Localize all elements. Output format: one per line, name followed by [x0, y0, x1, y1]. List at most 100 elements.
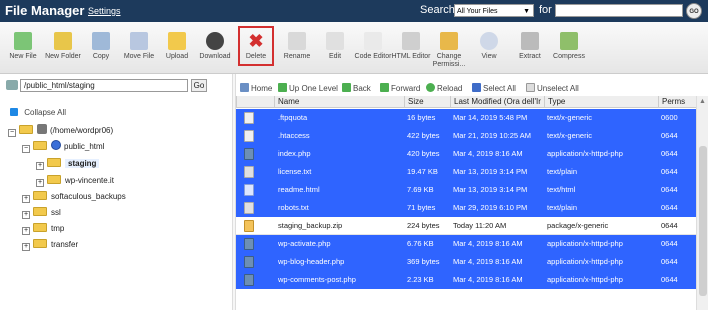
scroll-thumb[interactable]: [699, 146, 707, 296]
compress-button[interactable]: Compress: [546, 32, 592, 61]
table-row[interactable]: staging_backup.zip 224 bytes Today 11:20 A…: [236, 217, 696, 235]
cell-type: application/x-httpd-php: [547, 275, 623, 284]
cell-perms: 0644: [661, 131, 678, 140]
cell-name: wp-activate.php: [278, 239, 331, 248]
home-action[interactable]: Home: [240, 83, 272, 93]
col-modified[interactable]: Last Modified (Ora dell'Ir: [450, 96, 544, 108]
search-scope-select[interactable]: All Your Files ▼: [454, 4, 534, 17]
chevron-down-icon: ▼: [523, 8, 530, 15]
search-scope-value: All Your Files: [457, 8, 498, 15]
table-row[interactable]: wp-blog-header.php 369 bytes Mar 4, 2019 8…: [236, 253, 696, 271]
col-name[interactable]: Name: [274, 96, 404, 108]
home-dir-icon: [37, 124, 47, 134]
table-scrollbar[interactable]: ▲: [696, 96, 708, 310]
reload-action[interactable]: Reload: [426, 83, 462, 93]
tree-item-tmp[interactable]: + tmp: [22, 222, 64, 236]
cell-perms: 0644: [661, 185, 678, 194]
cell-name: license.txt: [278, 167, 312, 176]
table-row[interactable]: .htaccess 422 bytes Mar 21, 2019 10:25 AM t…: [236, 127, 696, 145]
expand-toggle-icon[interactable]: +: [22, 211, 30, 219]
settings-link[interactable]: Settings: [88, 6, 121, 16]
cell-type: text/x-generic: [547, 113, 593, 122]
table-row[interactable]: readme.html 7.69 KB Mar 13, 2019 3:14 PM te…: [236, 181, 696, 199]
cell-size: 2.23 KB: [407, 275, 434, 284]
unselect-all-icon: [526, 83, 535, 92]
folder-icon: [33, 223, 47, 232]
forward-action[interactable]: Forward: [380, 83, 420, 93]
table-row[interactable]: wp-comments-post.php 2.23 KB Mar 4, 2019 8…: [236, 271, 696, 289]
cell-perms: 0644: [661, 239, 678, 248]
expand-toggle-icon[interactable]: +: [36, 162, 44, 170]
cell-size: 369 bytes: [407, 257, 440, 266]
folder-icon: [47, 175, 61, 184]
html-file-icon: [244, 184, 254, 196]
top-header: File Manager Settings Search All Your Fi…: [0, 0, 708, 22]
tree-item-softaculous-backups[interactable]: + softaculous_backups: [22, 190, 126, 204]
col-size[interactable]: Size: [404, 96, 450, 108]
tree-item-transfer[interactable]: + transfer: [22, 238, 78, 252]
action-bar: Home Up One Level Back Forward Reload Se…: [236, 80, 708, 96]
collapse-all-link[interactable]: Collapse All: [10, 108, 66, 117]
toolbar: New File New Folder Copy Move File Uploa…: [0, 22, 708, 74]
cell-size: 19.47 KB: [407, 167, 438, 176]
cell-perms: 0600: [661, 113, 678, 122]
collapse-toggle-icon[interactable]: −: [22, 145, 30, 153]
table-row[interactable]: license.txt 19.47 KB Mar 13, 2019 3:14 PM t…: [236, 163, 696, 181]
table-row[interactable]: .ftpquota 16 bytes Mar 14, 2019 5:48 PM tex…: [236, 109, 696, 127]
col-perms[interactable]: Perms: [658, 96, 696, 108]
up-one-level-action[interactable]: Up One Level: [278, 83, 338, 93]
home-icon: [6, 80, 18, 90]
expand-toggle-icon[interactable]: +: [22, 243, 30, 251]
zip-file-icon: [244, 220, 254, 232]
expand-toggle-icon[interactable]: +: [22, 227, 30, 235]
delete-button[interactable]: ✖ Delete: [233, 32, 279, 61]
select-all-action[interactable]: Select All: [472, 83, 516, 93]
cell-size: 420 bytes: [407, 149, 440, 158]
up-arrow-icon: [278, 83, 287, 92]
search-label: Search: [420, 4, 455, 16]
cell-type: text/x-generic: [547, 131, 593, 140]
tree-item-public-html[interactable]: − public_html: [22, 140, 104, 154]
folder-icon: [19, 125, 33, 134]
folder-icon: [33, 191, 47, 200]
tree-item-home[interactable]: − (/home/wordpr06): [8, 124, 113, 138]
expand-toggle-icon[interactable]: +: [22, 195, 30, 203]
collapse-icon: [10, 108, 18, 116]
move-icon: [130, 32, 148, 50]
unselect-all-action[interactable]: Unselect All: [526, 83, 579, 93]
col-type[interactable]: Type: [544, 96, 658, 108]
php-file-icon: [244, 256, 254, 268]
cell-perms: 0644: [661, 167, 678, 176]
search-go-button[interactable]: GO: [686, 3, 702, 19]
tree-item-staging[interactable]: + staging: [36, 157, 100, 171]
file-table: Name Size Last Modified (Ora dell'Ir Typ…: [236, 96, 696, 310]
php-file-icon: [244, 148, 254, 160]
extract-icon: [521, 32, 539, 50]
tree-item-ssl[interactable]: + ssl: [22, 206, 61, 220]
collapse-toggle-icon[interactable]: −: [8, 129, 16, 137]
path-go-button[interactable]: Go: [191, 79, 207, 92]
select-all-icon: [472, 83, 481, 92]
table-row[interactable]: wp-activate.php 6.76 KB Mar 4, 2019 8:16 A…: [236, 235, 696, 253]
cell-type: application/x-httpd-php: [547, 257, 623, 266]
path-input[interactable]: /public_html/staging: [20, 79, 188, 92]
view-button[interactable]: View: [466, 32, 512, 61]
back-action[interactable]: Back: [342, 83, 371, 93]
cell-modified: Today 11:20 AM: [453, 221, 507, 230]
scroll-up-icon[interactable]: ▲: [699, 98, 706, 105]
html-editor-icon: [402, 32, 420, 50]
table-row[interactable]: robots.txt 71 bytes Mar 29, 2019 6:10 PM te…: [236, 199, 696, 217]
php-file-icon: [244, 274, 254, 286]
search-input[interactable]: [555, 4, 683, 17]
tree-item-wp-vincente[interactable]: + wp-vincente.it: [36, 174, 114, 188]
download-button[interactable]: Download: [192, 32, 238, 61]
cell-name: robots.txt: [278, 203, 309, 212]
cell-modified: Mar 4, 2019 8:16 AM: [453, 257, 523, 266]
cell-modified: Mar 13, 2019 3:14 PM: [453, 167, 528, 176]
expand-toggle-icon[interactable]: +: [36, 179, 44, 187]
cell-modified: Mar 13, 2019 3:14 PM: [453, 185, 528, 194]
cell-perms: 0644: [661, 149, 678, 158]
quota-file-icon: [244, 130, 254, 142]
new-folder-icon: [54, 32, 72, 50]
table-row[interactable]: index.php 420 bytes Mar 4, 2019 8:16 AM app…: [236, 145, 696, 163]
